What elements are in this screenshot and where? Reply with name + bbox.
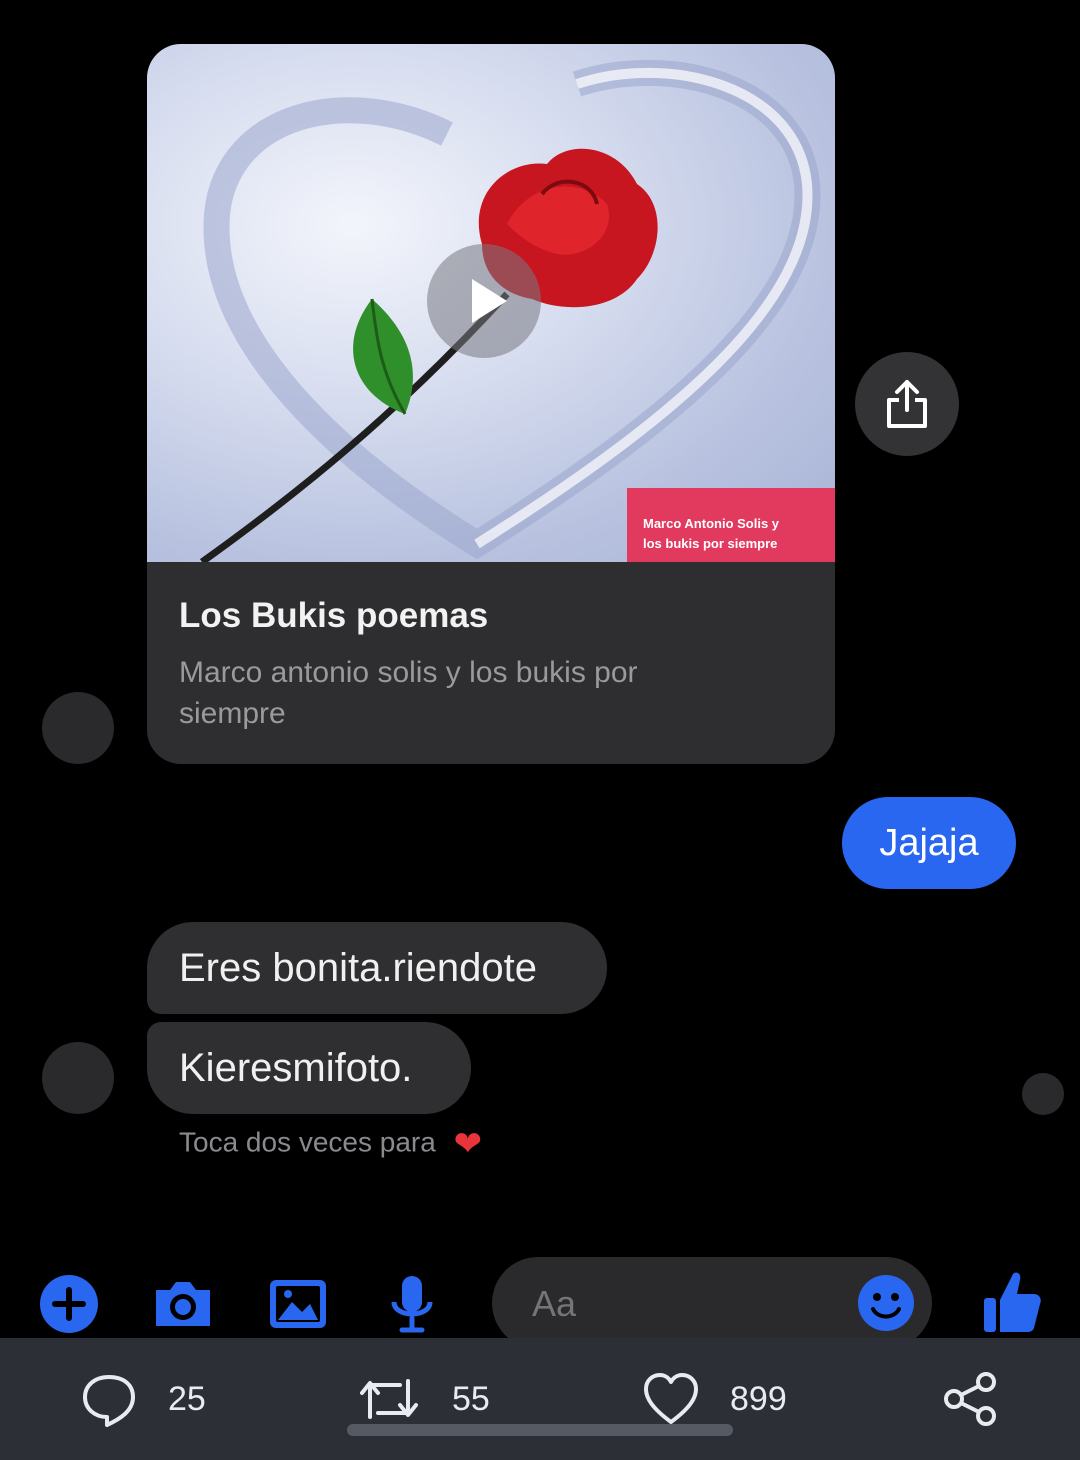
gallery-icon bbox=[270, 1280, 326, 1328]
watermark-line-1: Marco Antonio Solis y bbox=[643, 516, 780, 531]
share-action[interactable] bbox=[942, 1338, 1000, 1460]
share-button[interactable] bbox=[855, 352, 959, 456]
incoming-message-bubble[interactable]: Eres bonita.riendote bbox=[147, 922, 607, 1014]
sender-avatar[interactable] bbox=[42, 692, 114, 764]
message-input[interactable] bbox=[530, 1257, 834, 1351]
like-button[interactable] bbox=[980, 1266, 1044, 1336]
thumbs-up-icon bbox=[984, 1272, 1041, 1332]
emoji-button[interactable] bbox=[856, 1273, 916, 1333]
plus-button[interactable] bbox=[37, 1272, 101, 1336]
read-receipt-avatar bbox=[1022, 1073, 1064, 1115]
shared-video-card[interactable]: Marco Antonio Solis y los bukis por siem… bbox=[147, 44, 835, 764]
retweet-action[interactable]: 55 bbox=[356, 1338, 490, 1460]
post-action-bar: 25 55 899 bbox=[0, 1338, 1080, 1460]
share-nodes-icon bbox=[944, 1372, 996, 1426]
incoming-message-bubble[interactable]: Kieresmifoto. bbox=[147, 1022, 471, 1114]
reply-count: 25 bbox=[168, 1379, 206, 1418]
card-subtitle: Marco antonio solis y los bukis por siem… bbox=[179, 656, 638, 730]
like-count: 899 bbox=[730, 1379, 787, 1418]
emoji-icon bbox=[858, 1275, 914, 1331]
play-button[interactable] bbox=[427, 244, 541, 358]
home-indicator bbox=[347, 1424, 733, 1436]
retweet-icon bbox=[360, 1379, 418, 1419]
like-action[interactable]: 899 bbox=[642, 1338, 787, 1460]
sender-avatar[interactable] bbox=[42, 1042, 114, 1114]
outgoing-message-bubble[interactable]: Jajaja bbox=[842, 797, 1016, 889]
video-thumbnail[interactable]: Marco Antonio Solis y los bukis por siem… bbox=[147, 44, 835, 562]
like-heart-icon bbox=[644, 1373, 698, 1424]
reply-icon bbox=[83, 1375, 135, 1427]
camera-button[interactable] bbox=[150, 1272, 214, 1336]
video-watermark: Marco Antonio Solis y los bukis por siem… bbox=[627, 488, 835, 562]
double-tap-hint-text: Toca dos veces para bbox=[179, 1126, 436, 1158]
gallery-button[interactable] bbox=[266, 1272, 330, 1336]
reply-action[interactable]: 25 bbox=[80, 1338, 206, 1460]
heart-icon: ❤ bbox=[453, 1125, 483, 1163]
message-composer[interactable] bbox=[492, 1257, 932, 1351]
retweet-count: 55 bbox=[452, 1379, 490, 1418]
camera-icon bbox=[156, 1282, 210, 1326]
play-icon bbox=[472, 279, 507, 323]
microphone-icon bbox=[391, 1276, 433, 1333]
share-icon bbox=[887, 380, 927, 428]
card-title: Los Bukis poemas bbox=[179, 596, 489, 635]
plus-icon bbox=[40, 1275, 98, 1333]
microphone-button[interactable] bbox=[380, 1272, 444, 1336]
watermark-line-2: los bukis por siempre bbox=[643, 536, 778, 551]
double-tap-hint: Toca dos veces para ❤ bbox=[179, 1124, 482, 1164]
